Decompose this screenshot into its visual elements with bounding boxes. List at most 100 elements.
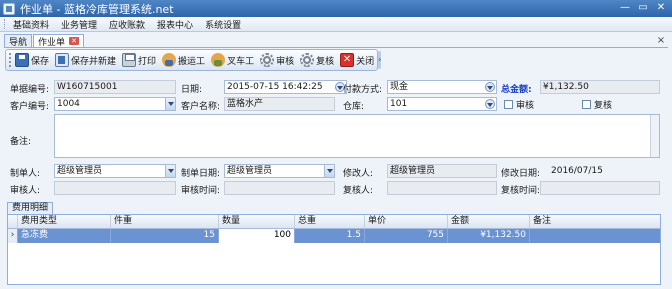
customer-name-label: 客户名称: <box>181 102 221 112</box>
make-date-label: 制单日期: <box>181 169 221 179</box>
maker-select[interactable]: 超级管理员 <box>54 164 176 178</box>
review-time-field <box>540 181 660 195</box>
menu-settings[interactable]: 系统设置 <box>199 18 247 31</box>
close-icon[interactable]: × <box>656 36 666 46</box>
modify-date-label: 修改日期: <box>501 169 541 179</box>
save-new-icon <box>55 53 70 67</box>
chevron-down-icon[interactable] <box>485 99 495 109</box>
porter-label: 搬运工 <box>178 56 206 67</box>
menu-business[interactable]: 业务管理 <box>55 18 103 31</box>
customer-no-select[interactable]: 1004 <box>54 97 176 111</box>
fee-details-grid: 费用类型 件重 数量 总重 单价 金额 备注 › 急冻费 15 100 1.5 … <box>7 214 661 285</box>
column-header-piece-weight[interactable]: 件重 <box>111 215 219 228</box>
cell-quantity[interactable]: 100 <box>219 229 295 243</box>
warehouse-select[interactable]: 101 <box>387 97 497 111</box>
menu-reports[interactable]: 报表中心 <box>151 18 199 31</box>
cell-note[interactable] <box>530 229 660 243</box>
warehouse-value: 101 <box>390 99 408 109</box>
auditor-label: 审核人: <box>10 186 41 196</box>
customer-no-label: 客户编号: <box>10 102 50 112</box>
toolbar-grip <box>9 53 11 67</box>
toolbar-overflow-button[interactable]: › <box>378 51 382 69</box>
forklift-label: 叉车工 <box>227 56 255 67</box>
date-label: 日期: <box>181 85 203 95</box>
review-checkbox-label: 复核 <box>594 101 613 111</box>
printer-icon <box>122 53 137 67</box>
column-header-unit-price[interactable]: 单价 <box>365 215 448 228</box>
audit-time-label: 审核时间: <box>181 186 221 196</box>
checkbox-icon <box>504 100 513 109</box>
cell-unit-price[interactable]: 755 <box>365 229 448 243</box>
print-label: 打印 <box>138 56 157 67</box>
customer-no-value: 1004 <box>57 99 80 109</box>
app-icon <box>3 2 15 15</box>
payment-select[interactable]: 现金 <box>387 80 497 94</box>
make-date-select[interactable]: 超级管理员 <box>224 164 335 178</box>
tab-navigation-label: 导航 <box>9 37 28 48</box>
payment-label: 付款方式: <box>343 85 383 95</box>
review-checkbox[interactable]: 复核 <box>582 98 612 111</box>
cell-piece-weight[interactable]: 15 <box>111 229 219 243</box>
modify-date-field: 2016/07/15 <box>551 166 603 176</box>
column-header-note[interactable]: 备注 <box>530 215 660 228</box>
menu-receivables[interactable]: 应收账款 <box>103 18 151 31</box>
remarks-scrollbar[interactable] <box>650 115 659 157</box>
payment-value: 现金 <box>390 82 409 92</box>
remarks-textarea[interactable] <box>54 114 660 158</box>
tab-navigation[interactable]: 导航 <box>4 34 33 48</box>
chevron-down-icon[interactable] <box>165 98 175 110</box>
date-picker[interactable]: 2015-07-15 16:42:25 <box>224 80 347 94</box>
cell-amount[interactable]: ¥1,132.50 <box>448 229 530 243</box>
tab-close-icon[interactable]: ✕ <box>69 37 80 45</box>
window-title: 作业单 - 蓝格冷库管理系统.net <box>20 2 174 16</box>
audit-checkbox[interactable]: 审核 <box>504 98 534 111</box>
reviewer-field <box>387 181 497 195</box>
chevron-down-icon[interactable] <box>165 165 175 177</box>
save-label: 保存 <box>31 56 50 67</box>
column-header-fee-type[interactable]: 费用类型 <box>18 215 111 228</box>
maximize-button[interactable]: ▭ <box>636 2 650 14</box>
modifier-label: 修改人: <box>343 169 374 179</box>
title-bar: 作业单 - 蓝格冷库管理系统.net — ▭ ✕ <box>0 0 672 17</box>
save-icon <box>15 53 29 67</box>
table-row[interactable]: › 急冻费 15 100 1.5 755 ¥1,132.50 <box>8 229 660 243</box>
audit-label: 审核 <box>276 56 295 67</box>
column-header-total-weight[interactable]: 总重 <box>295 215 365 228</box>
close-icon: ✕ <box>340 53 355 67</box>
row-marker: › <box>8 229 18 243</box>
save-new-button[interactable]: 保存并新建 <box>53 51 118 69</box>
remarks-label: 备注: <box>10 137 32 147</box>
warehouse-label: 仓库: <box>343 102 365 112</box>
gear-icon <box>300 53 315 67</box>
forklift-worker-icon <box>211 53 226 67</box>
total-amount-label: 总金额: <box>501 85 532 95</box>
tab-work-order-label: 作业单 <box>38 37 66 48</box>
chevron-down-icon[interactable] <box>485 82 495 92</box>
save-button[interactable]: 保存 <box>13 51 51 69</box>
menu-bar: 基础资料 业务管理 应收账款 报表中心 系统设置 <box>0 17 672 32</box>
total-amount-field: ¥1,132.50 <box>540 80 660 94</box>
column-header-quantity[interactable]: 数量 <box>219 215 295 228</box>
tab-work-order[interactable]: 作业单 ✕ <box>33 34 85 48</box>
maker-value: 超级管理员 <box>57 166 103 176</box>
maker-label: 制单人: <box>10 169 41 179</box>
close-window-button[interactable]: ✕ <box>654 2 668 14</box>
forklift-button[interactable]: 叉车工 <box>209 51 256 69</box>
grid-header: 费用类型 件重 数量 总重 单价 金额 备注 <box>8 215 660 229</box>
audit-button[interactable]: 审核 <box>258 51 296 69</box>
chevron-down-icon[interactable] <box>324 165 334 177</box>
minimize-button[interactable]: — <box>618 2 632 14</box>
print-button[interactable]: 打印 <box>120 51 158 69</box>
tab-fee-details[interactable]: 费用明细 <box>7 202 54 214</box>
close-label: 关闭 <box>356 56 375 67</box>
cell-fee-type[interactable]: 急冻费 <box>18 229 111 243</box>
porter-button[interactable]: 搬运工 <box>160 51 207 69</box>
review-button[interactable]: 复核 <box>298 51 336 69</box>
column-header-amount[interactable]: 金额 <box>448 215 530 228</box>
toolbar: 保存 保存并新建 打印 搬运工 叉车工 审核 复核 ✕ 关闭 › <box>5 49 382 71</box>
menu-basic-data[interactable]: 基础资料 <box>7 18 55 31</box>
audit-checkbox-label: 审核 <box>516 101 535 111</box>
close-button[interactable]: ✕ 关闭 <box>338 51 376 69</box>
checkbox-icon <box>582 100 591 109</box>
cell-total-weight[interactable]: 1.5 <box>295 229 365 243</box>
